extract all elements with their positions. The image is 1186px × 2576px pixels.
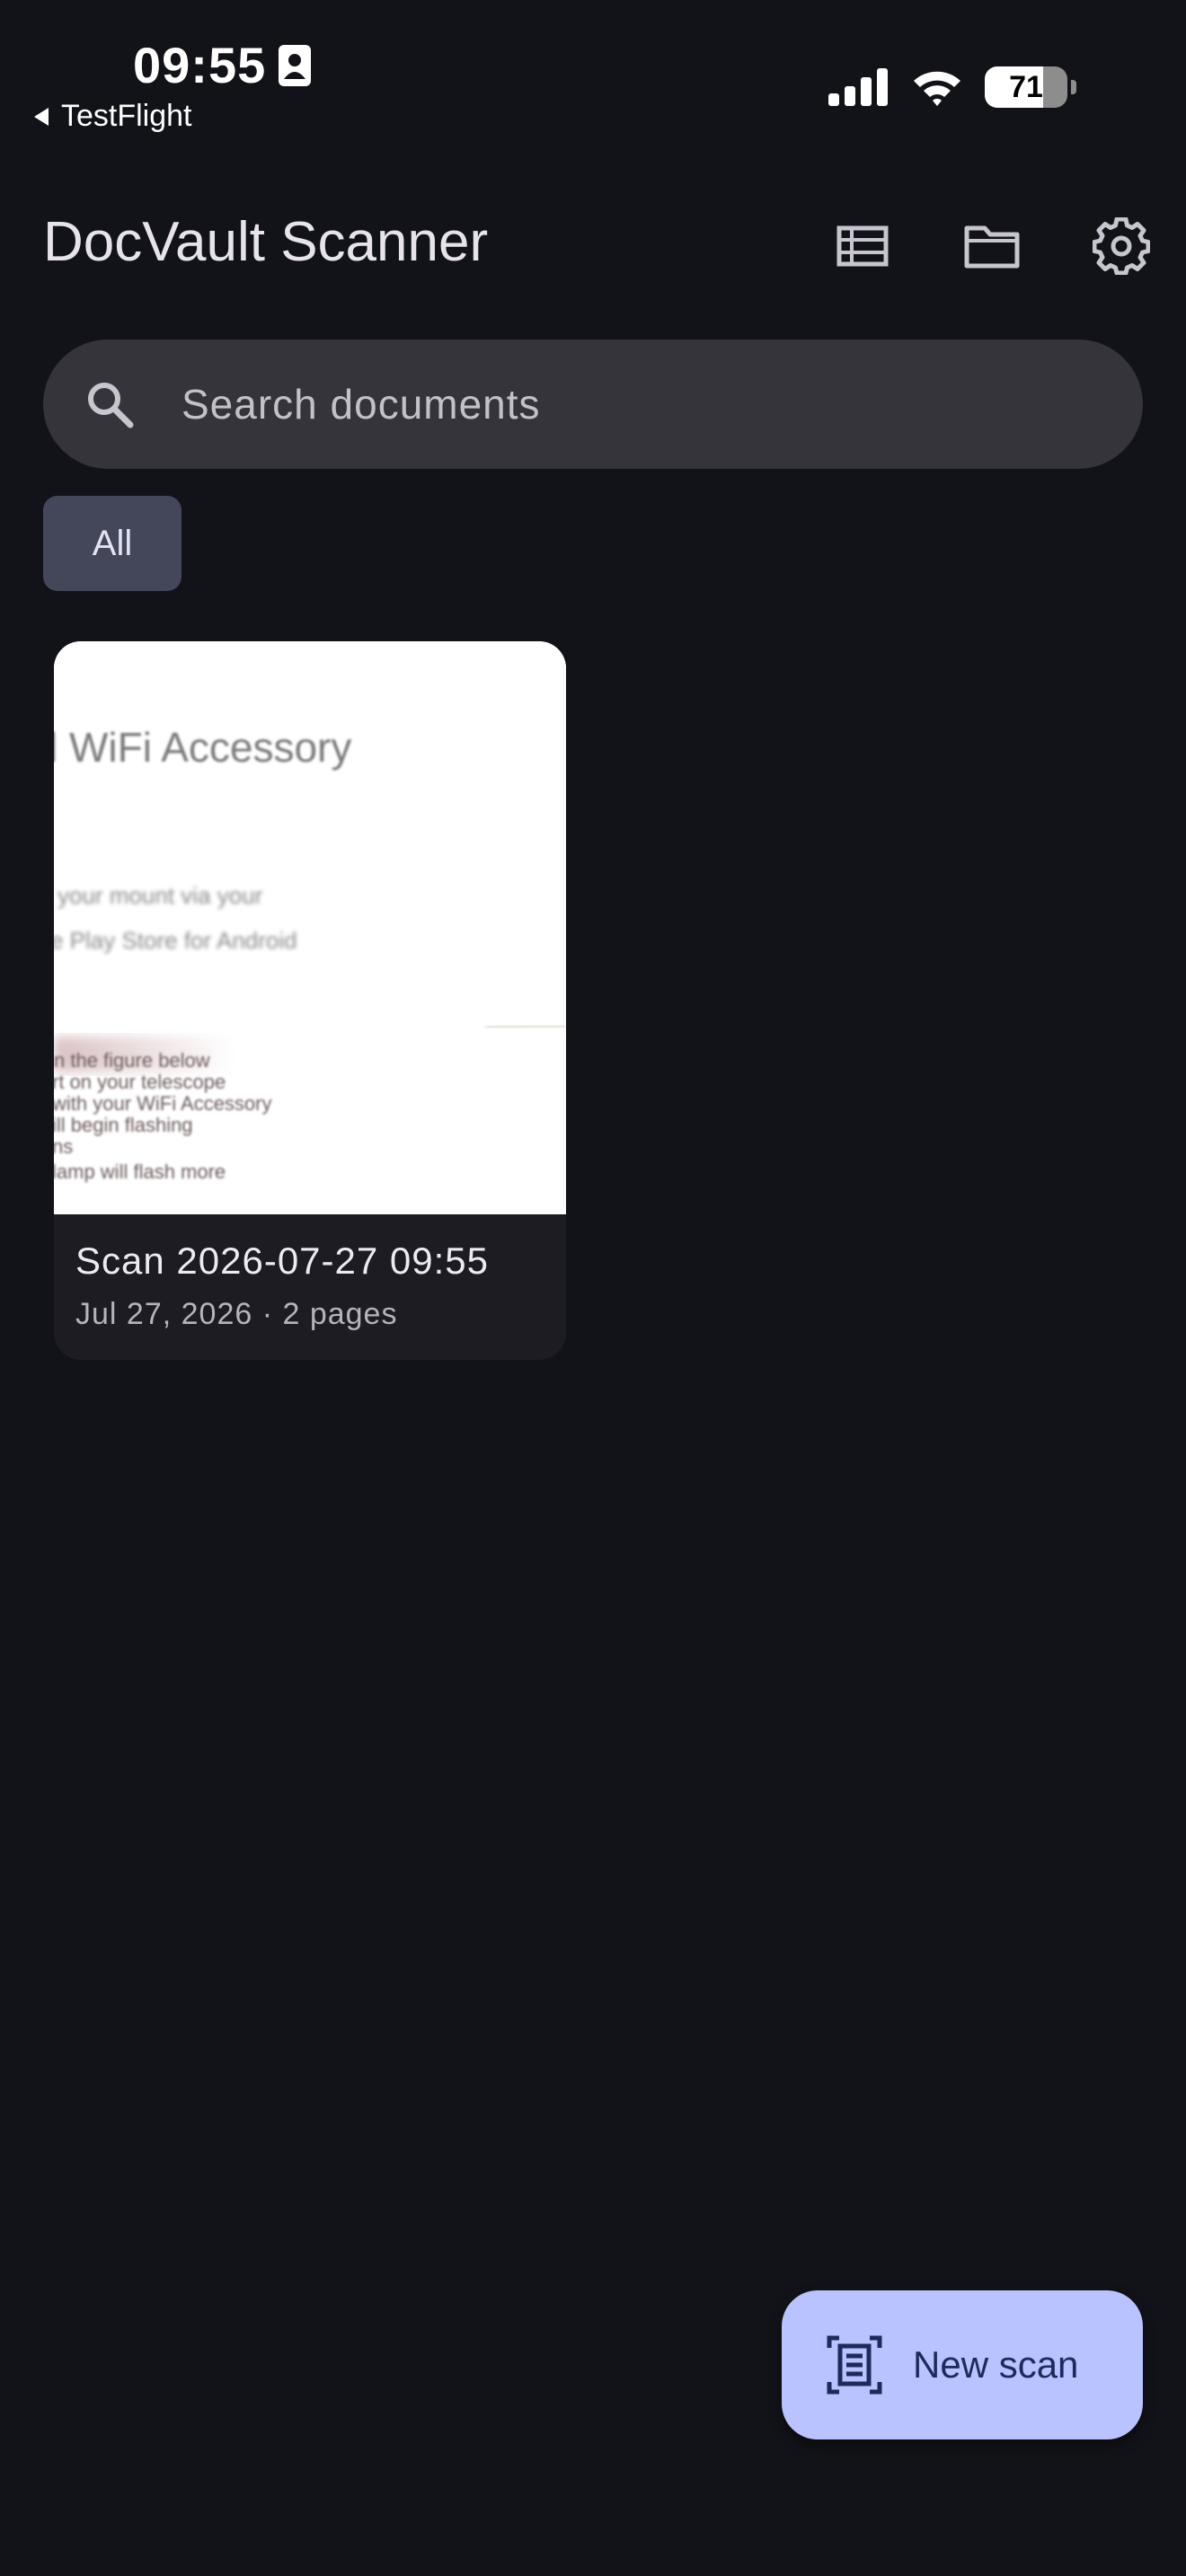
status-indicators: 71 bbox=[828, 66, 1076, 108]
status-time-label: 09:55 bbox=[133, 37, 267, 93]
thumbnail-line: your mount via your bbox=[58, 882, 263, 909]
search-icon bbox=[88, 383, 134, 428]
thumbnail-line: l WiFi Accessory bbox=[54, 724, 351, 771]
status-time: 09:55 bbox=[133, 36, 312, 94]
document-scanner-icon bbox=[827, 2335, 882, 2395]
screen: 09:55 TestFlight 71 DocVault Scanner Sea… bbox=[0, 0, 1186, 2576]
new-scan-label: New scan bbox=[913, 2343, 1079, 2386]
folders-button[interactable] bbox=[954, 208, 1030, 284]
document-thumbnail: l WiFi Accessory your mount via your e P… bbox=[54, 641, 566, 1214]
thumbnail-line: rt on your telescope bbox=[54, 1071, 226, 1093]
battery-percentage: 71 bbox=[1009, 69, 1043, 104]
back-link-label: TestFlight bbox=[61, 99, 192, 133]
back-triangle-icon bbox=[34, 107, 49, 126]
app-bar-actions bbox=[825, 208, 1159, 284]
contact-card-icon bbox=[279, 44, 312, 86]
back-to-testflight[interactable]: TestFlight bbox=[32, 99, 192, 134]
battery-indicator: 71 bbox=[985, 66, 1067, 108]
document-card[interactable]: l WiFi Accessory your mount via your e P… bbox=[54, 641, 566, 1360]
list-view-icon bbox=[836, 225, 889, 267]
settings-icon bbox=[1093, 217, 1150, 275]
thumbnail-line: n the figure below bbox=[54, 1049, 210, 1072]
battery-cap bbox=[1071, 80, 1076, 94]
search-bar[interactable] bbox=[43, 340, 1143, 469]
new-scan-button[interactable]: New scan bbox=[782, 2290, 1143, 2439]
search-input[interactable] bbox=[181, 380, 990, 428]
folder-icon bbox=[964, 225, 1020, 269]
thumbnail-line: e Play Store for Android bbox=[54, 927, 297, 954]
settings-button[interactable] bbox=[1084, 208, 1159, 284]
thumbnail-line: with your WiFi Accessory bbox=[54, 1092, 272, 1115]
wifi-icon bbox=[914, 71, 960, 106]
document-card-info: Scan 2026-07-27 09:55 Jul 27, 2026 · 2 p… bbox=[54, 1214, 566, 1332]
thumbnail-line: ns bbox=[54, 1135, 73, 1158]
filter-chip-all[interactable]: All bbox=[43, 496, 181, 591]
document-meta: Jul 27, 2026 · 2 pages bbox=[75, 1297, 398, 1331]
list-view-button[interactable] bbox=[825, 208, 900, 284]
document-title: Scan 2026-07-27 09:55 bbox=[75, 1239, 490, 1282]
cellular-signal-icon bbox=[828, 68, 888, 106]
filter-chip-label: All bbox=[92, 523, 133, 563]
thumbnail-line: lamp will flash more bbox=[54, 1160, 226, 1183]
app-title: DocVault Scanner bbox=[43, 211, 489, 273]
thumbnail-line: ill begin flashing bbox=[54, 1114, 193, 1136]
